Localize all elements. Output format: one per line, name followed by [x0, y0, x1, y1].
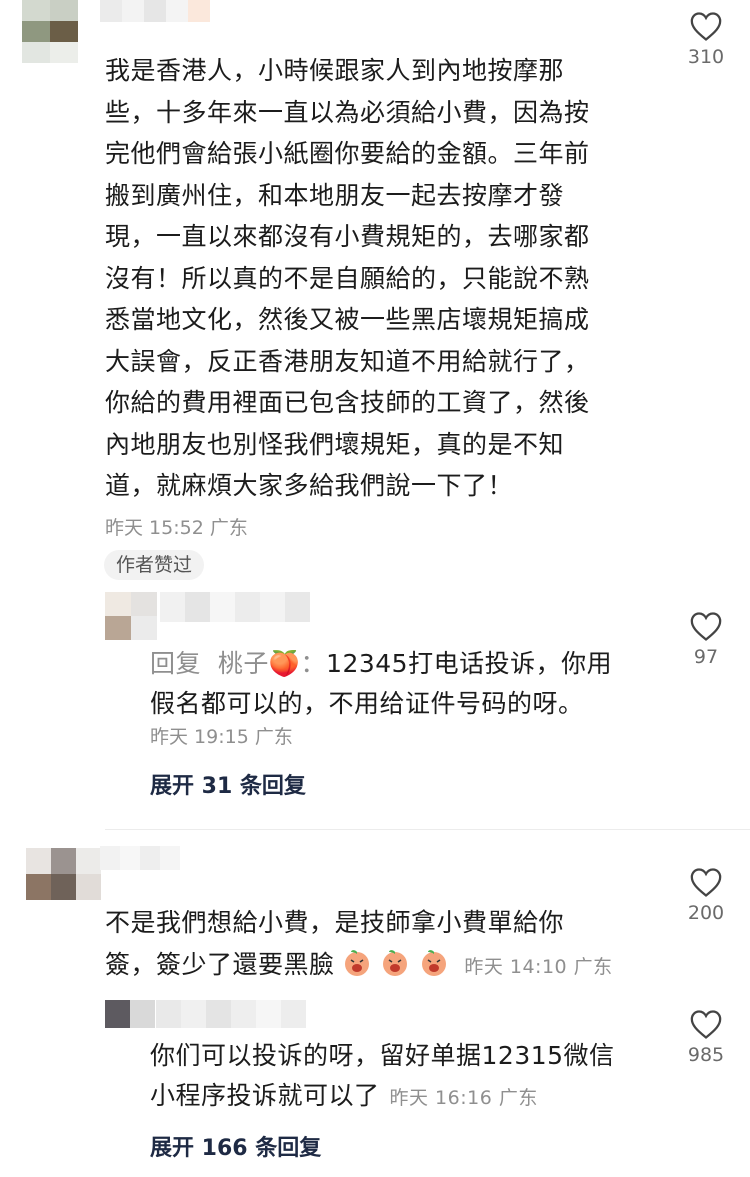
expand-replies-button[interactable]: 展开 31 条回复: [150, 768, 306, 800]
laughing-peach-emoji: [343, 949, 458, 979]
comment-timestamp: 昨天 15:52 广东: [105, 517, 248, 539]
avatar[interactable]: [105, 1000, 155, 1028]
heart-outline-icon: [690, 1010, 722, 1039]
like-button[interactable]: 200: [676, 866, 736, 924]
comment-timestamp: 昨天 14:10 广东: [464, 955, 613, 978]
username-blurred[interactable]: [100, 0, 212, 22]
like-button[interactable]: 97: [676, 610, 736, 668]
reply-text: 回复 桃子🍑：12345打电话投诉，你用 假名都可以的，不用给证件号码的呀。: [150, 649, 613, 718]
username-blurred[interactable]: [100, 846, 180, 870]
username-blurred[interactable]: [160, 592, 310, 622]
comment-text: 不是我們想給小費，是技師拿小費單給你 簽，簽少了還要黑臉 昨天 14:10 广东: [105, 908, 613, 979]
heart-outline-icon: [690, 868, 722, 897]
reply-timestamp: 昨天 19:15 广东: [150, 726, 293, 748]
like-count: 97: [693, 646, 719, 668]
username-blurred[interactable]: [156, 1000, 306, 1028]
mention-user[interactable]: 桃子🍑：: [218, 649, 326, 678]
reply-prefix: 回复: [150, 649, 202, 678]
like-count: 200: [687, 902, 725, 924]
comment-divider: [105, 829, 750, 830]
heart-outline-icon: [690, 612, 722, 641]
like-button[interactable]: 310: [676, 10, 736, 68]
reply-text: 你们可以投诉的呀，留好单据12315微信 小程序投诉就可以了 昨天 16:16 广…: [150, 1041, 615, 1110]
like-count: 985: [687, 1044, 725, 1066]
comment-text: 我是香港人，小時候跟家人到內地按摩那 些，十多年來一直以為必須給小費，因為按 完…: [105, 56, 590, 500]
avatar[interactable]: [22, 0, 78, 63]
like-button[interactable]: 985: [676, 1008, 736, 1066]
author-liked-badge: 作者赞过: [104, 550, 205, 580]
heart-outline-icon: [690, 12, 722, 41]
expand-replies-button[interactable]: 展开 166 条回复: [150, 1130, 321, 1162]
reply-timestamp: 昨天 16:16 广东: [389, 1087, 538, 1109]
avatar[interactable]: [26, 848, 102, 900]
avatar[interactable]: [105, 592, 157, 640]
like-count: 310: [687, 46, 725, 68]
